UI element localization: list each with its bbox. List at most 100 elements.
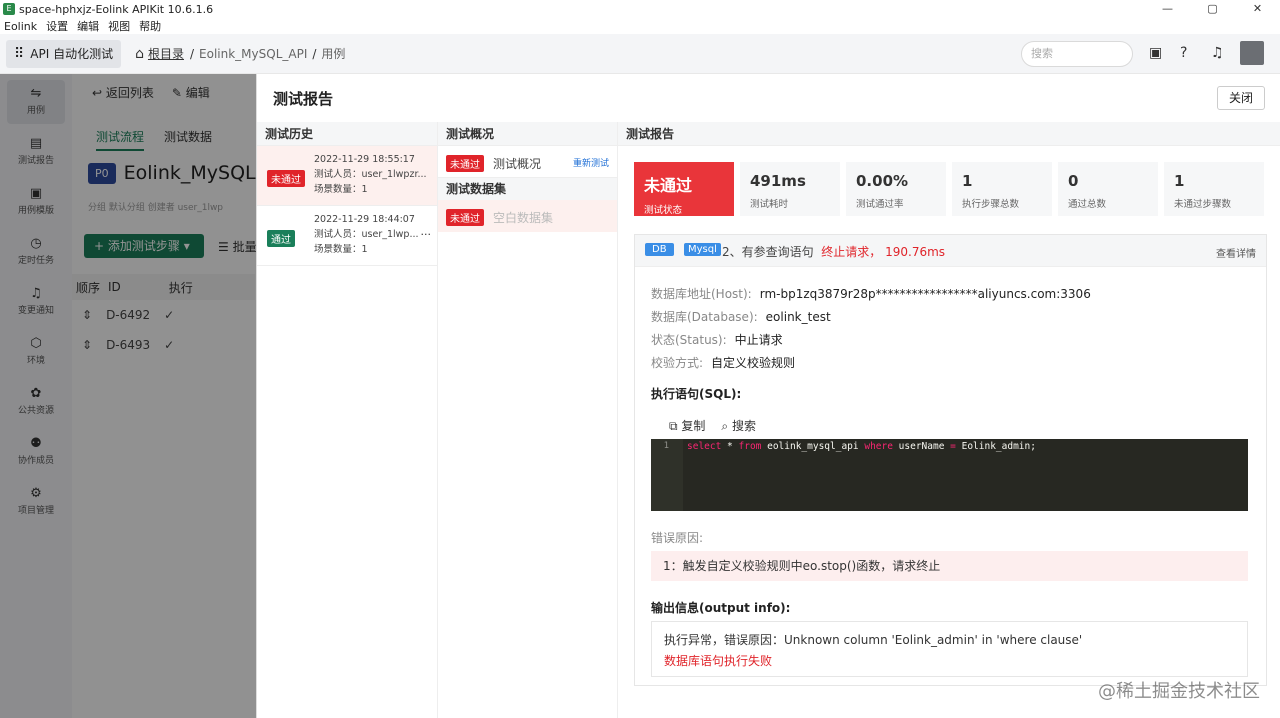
host-value: rm-bp1zq3879r28p*****************aliyunc…	[759, 287, 1091, 301]
error-title: 错误原因:	[651, 531, 704, 545]
stat-label: 测试状态	[644, 205, 683, 216]
report-drawer: 测试报告 关闭 测试历史 未通过 2022-11-29 18:55:17 测试人…	[256, 74, 1280, 718]
stat-card: 0 通过总数	[1058, 162, 1158, 216]
history-item[interactable]: 通过 2022-11-29 18:44:07 测试人员：user_1lwp...…	[257, 206, 437, 266]
breadcrumb-current: 用例	[321, 47, 346, 61]
history-column: 测试历史 未通过 2022-11-29 18:55:17 测试人员：user_1…	[257, 122, 438, 718]
host-field: 数据库地址(Host): rm-bp1zq3879r28p************…	[651, 285, 1091, 302]
history-count: 场景数量：1	[314, 244, 368, 255]
close-window-icon[interactable]: ✕	[1235, 0, 1280, 18]
dataset-label: 空白数据集	[493, 211, 554, 225]
overview-header: 测试概况	[438, 122, 617, 146]
home-icon: ⌂	[135, 45, 144, 62]
sql-keyword: select	[687, 441, 722, 452]
history-time: 2022-11-29 18:44:07	[314, 214, 415, 225]
history-info: 2022-11-29 18:55:17 测试人员：user_1lwpzr... …	[314, 152, 427, 197]
output-title: 输出信息(output info):	[651, 601, 791, 615]
copy-button[interactable]: ⧉ 复制	[669, 417, 705, 434]
watermark: @稀土掘金技术社区	[1098, 681, 1260, 702]
status-key: 状态(Status):	[651, 333, 727, 347]
stat-value: 未通过	[644, 176, 693, 195]
database-key: 数据库(Database):	[651, 310, 758, 324]
stat-card: 1 执行步骤总数	[952, 162, 1052, 216]
check-field: 校验方式: 自定义校验规则	[651, 354, 795, 371]
menu-edit[interactable]: 编辑	[77, 18, 99, 34]
sql-keyword: from	[738, 441, 762, 452]
mysql-badge: Mysql	[684, 243, 721, 256]
search-button[interactable]: ⌕ 搜索	[721, 417, 756, 434]
step-state: 终止请求，	[821, 245, 882, 259]
status-badge: 未通过	[446, 155, 484, 172]
sql-title: 执行语句(SQL):	[651, 387, 742, 401]
menubar: Eolink 设置 编辑 视图 帮助	[0, 18, 1280, 34]
output-error-line: 数据库语句执行失败	[664, 654, 773, 668]
step-header[interactable]: DB Mysql 2、有参查询语句 终止请求， 190.76ms 查看详情	[635, 235, 1266, 267]
drawer-header: 测试报告 关闭	[257, 74, 1280, 122]
close-button[interactable]: 关闭	[1217, 86, 1265, 110]
status-badge: 未通过	[446, 209, 484, 226]
bell-icon[interactable]: ♫	[1211, 45, 1224, 61]
status-badge: 通过	[267, 230, 295, 247]
copy-icon: ⧉	[669, 419, 682, 433]
stats-row: 未通过测试状态 491ms 测试耗时 0.00% 测试通过率 1 执行步骤总数 0 通过…	[634, 162, 1264, 216]
history-item[interactable]: 未通过 2022-11-29 18:55:17 测试人员：user_1lwpzr…	[257, 146, 437, 206]
db-badge: DB	[645, 243, 674, 256]
app-name: API 自动化测试	[30, 47, 114, 61]
stat-label: 测试通过率	[856, 199, 904, 210]
dataset-header: 测试数据集	[438, 178, 617, 200]
breadcrumb-root[interactable]: 根目录	[148, 45, 184, 62]
drawer-title: 测试报告	[273, 90, 334, 108]
sql-toolbar: ⧉ 复制 ⌕ 搜索	[669, 417, 756, 434]
stat-card: 491ms 测试耗时	[740, 162, 840, 216]
menu-settings[interactable]: 设置	[46, 18, 68, 34]
calendar-check-icon[interactable]: ▣	[1149, 45, 1162, 61]
menu-view[interactable]: 视图	[108, 18, 130, 34]
breadcrumb-separator: /	[312, 46, 317, 61]
output-box: 执行异常，错误原因：Unknown column 'Eolink_admin' …	[651, 621, 1248, 677]
menu-help[interactable]: 帮助	[139, 18, 161, 34]
modal-overlay[interactable]	[0, 74, 256, 718]
view-detail-link[interactable]: 查看详情	[1216, 245, 1256, 260]
overview-item[interactable]: 未通过 测试概况 重新测试	[438, 146, 617, 178]
breadcrumb-separator: /	[189, 46, 195, 61]
search-icon: ⌕	[721, 419, 732, 433]
avatar[interactable]	[1240, 41, 1264, 65]
status-badge: 未通过	[267, 170, 305, 187]
step-title: 2、有参查询语句 终止请求， 190.76ms	[722, 243, 945, 260]
stat-label: 未通过步骤数	[1174, 199, 1232, 210]
maximize-icon[interactable]: ▢	[1190, 0, 1235, 18]
status-field: 状态(Status): 中止请求	[651, 331, 783, 348]
overview-column: 测试概况 未通过 测试概况 重新测试 测试数据集 未通过 空白数据集	[438, 122, 618, 718]
sql-token: userName	[892, 441, 951, 452]
help-icon[interactable]: ?	[1180, 45, 1187, 61]
stat-card: 未通过 测试状态	[634, 162, 734, 216]
more-icon[interactable]: ···	[421, 228, 432, 241]
breadcrumb-project[interactable]: Eolink_MySQL_API	[199, 47, 307, 61]
minimize-icon[interactable]: —	[1145, 0, 1190, 18]
stat-label: 测试耗时	[750, 199, 789, 210]
menu-eolink[interactable]: Eolink	[4, 20, 37, 33]
history-header: 测试历史	[257, 122, 437, 146]
database-value: eolink_test	[765, 310, 831, 324]
dataset-item[interactable]: 未通过 空白数据集	[438, 200, 617, 232]
stat-value: 0.00%	[856, 172, 909, 190]
window-title: space-hphxjz-Eolink APIKit 10.6.1.6	[19, 2, 214, 16]
stat-label: 通过总数	[1068, 199, 1107, 210]
rerun-link[interactable]: 重新测试	[573, 156, 609, 169]
sql-token: eolink_mysql_api	[761, 441, 865, 452]
database-field: 数据库(Database): eolink_test	[651, 308, 831, 325]
sql-token: *	[721, 441, 739, 452]
step-name: 2、有参查询语句	[722, 245, 814, 259]
check-value: 自定义校验规则	[711, 356, 796, 370]
overview-label: 测试概况	[493, 157, 542, 171]
sql-line: select * from eolink_mysql_api where use…	[687, 441, 1036, 452]
app-switcher[interactable]: ⠿ API 自动化测试	[6, 39, 122, 68]
history-count: 场景数量：1	[314, 184, 368, 195]
copy-label: 复制	[681, 419, 706, 433]
sql-editor[interactable]: 1 select * from eolink_mysql_api where u…	[651, 439, 1248, 511]
step-detail: DB Mysql 2、有参查询语句 终止请求， 190.76ms 查看详情 数据…	[634, 234, 1267, 686]
search-input[interactable]: 搜索	[1021, 41, 1133, 67]
output-line: 执行异常，错误原因：Unknown column 'Eolink_admin' …	[664, 633, 1083, 647]
stat-card: 1 未通过步骤数	[1164, 162, 1264, 216]
window-controls: — ▢ ✕	[1145, 0, 1280, 18]
